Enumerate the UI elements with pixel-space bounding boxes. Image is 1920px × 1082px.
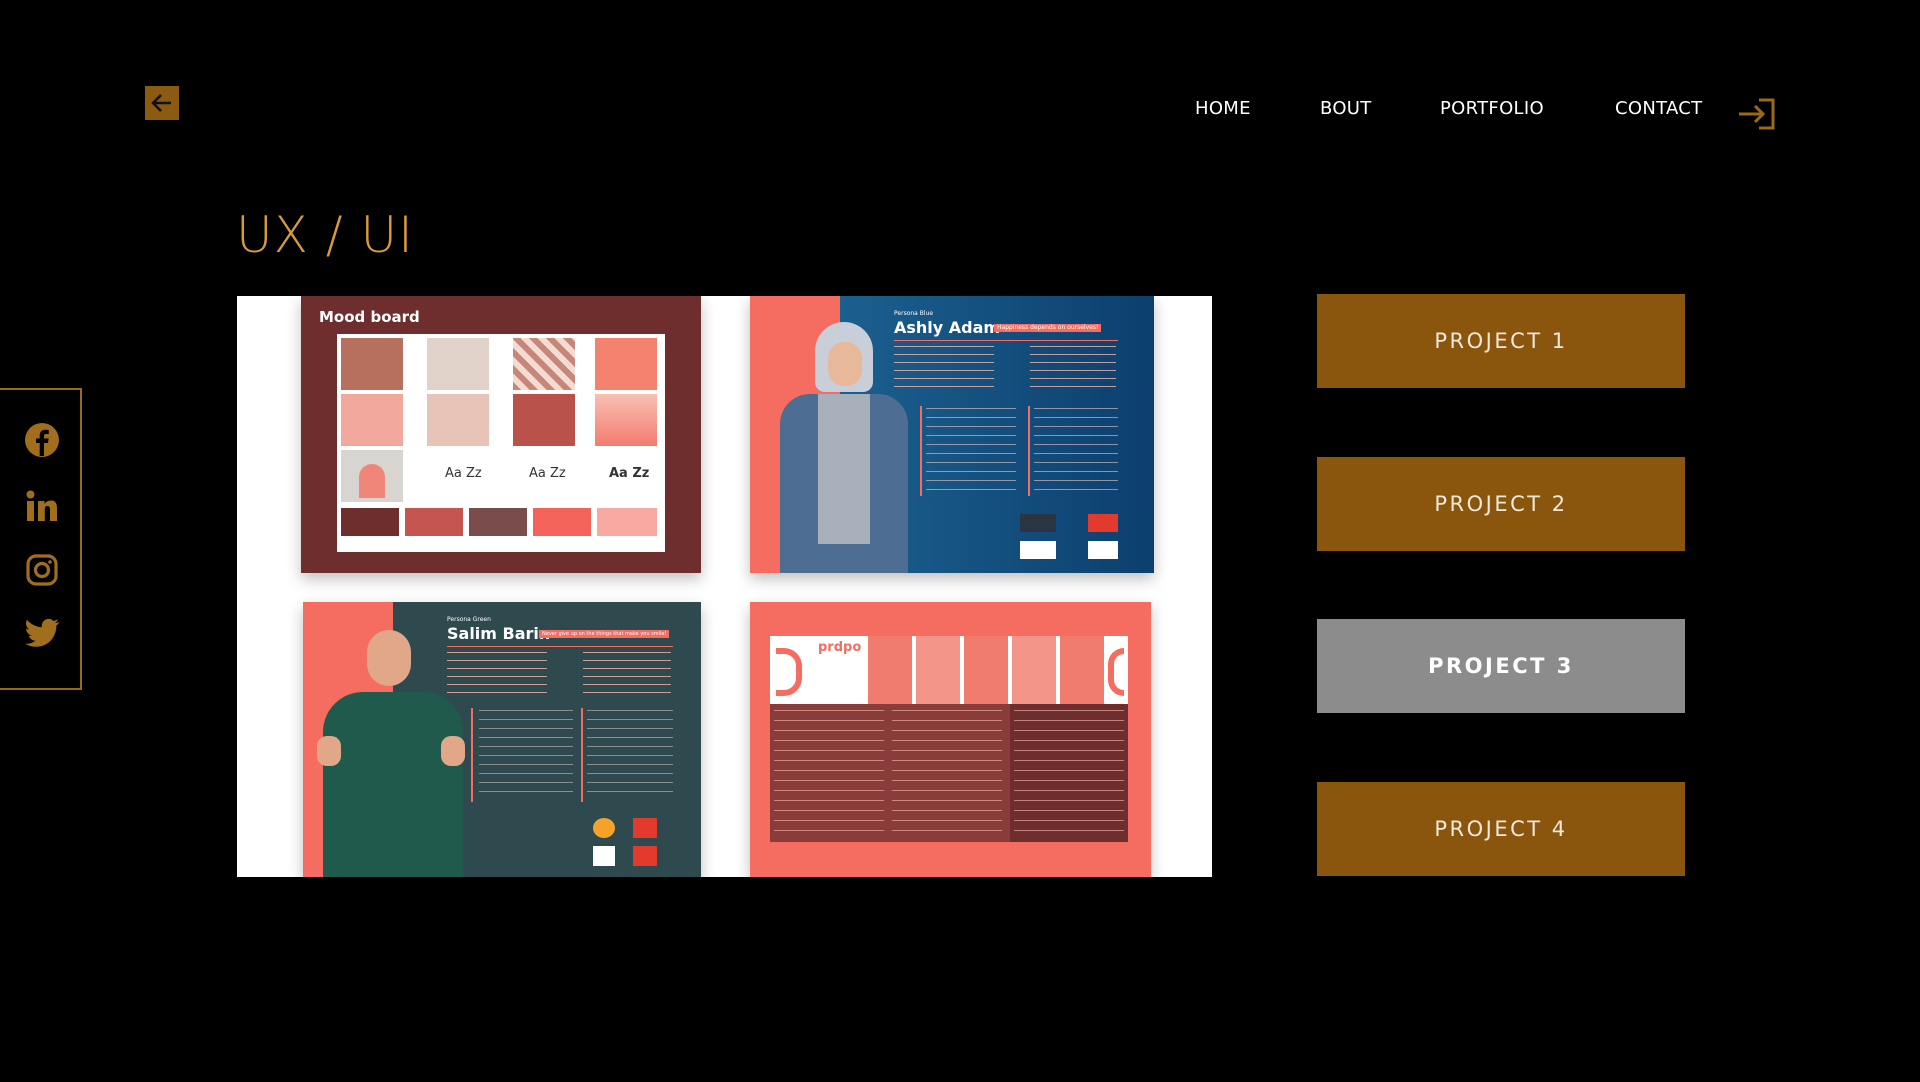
nav-home[interactable]: HOME bbox=[1195, 98, 1251, 119]
brief-header: prdpo bbox=[770, 636, 1128, 704]
facebook-link[interactable] bbox=[22, 420, 62, 460]
persona-name: Salim Barin bbox=[447, 624, 551, 643]
screen-shot bbox=[916, 636, 960, 704]
moodboard-image bbox=[427, 338, 489, 390]
brand-logo bbox=[633, 846, 657, 866]
twitter-icon bbox=[25, 618, 59, 647]
moodboard-image bbox=[341, 450, 403, 502]
type-sample: Aa Zz bbox=[445, 466, 482, 481]
nav-portfolio[interactable]: PORTFOLIO bbox=[1440, 98, 1544, 119]
social-sidebar bbox=[0, 388, 82, 690]
brand-logo bbox=[1020, 541, 1056, 559]
login-icon[interactable] bbox=[1737, 97, 1777, 131]
color-swatch bbox=[533, 508, 591, 536]
facebook-icon bbox=[25, 423, 59, 457]
color-swatch bbox=[405, 508, 463, 536]
project-brief-card: prdpo bbox=[750, 602, 1151, 877]
moodboard-image bbox=[427, 394, 489, 446]
moodboard-image bbox=[341, 394, 403, 446]
instagram-link[interactable] bbox=[22, 550, 62, 590]
brief-columns bbox=[770, 704, 1128, 842]
nav-contact[interactable]: CONTACT bbox=[1615, 98, 1702, 119]
brand-logo bbox=[593, 818, 615, 838]
persona-details bbox=[447, 652, 547, 696]
timeline bbox=[1028, 406, 1030, 496]
timeline bbox=[920, 406, 922, 496]
moodboard-title: Mood board bbox=[319, 308, 420, 326]
brand-mark bbox=[1108, 648, 1124, 696]
persona-needs bbox=[479, 710, 573, 798]
moodboard-image bbox=[341, 338, 403, 390]
persona-motivation bbox=[1030, 346, 1116, 390]
timeline bbox=[581, 708, 583, 802]
persona-tech bbox=[1034, 408, 1118, 494]
persona-green-card: Persona Green Salim Barin Never give up … bbox=[303, 602, 701, 877]
brand-logo bbox=[593, 846, 615, 866]
brand-logo bbox=[633, 818, 657, 838]
screen-shot bbox=[1012, 636, 1056, 704]
project-2-button[interactable]: PROJECT 2 bbox=[1317, 457, 1685, 551]
brand-logo bbox=[1020, 514, 1056, 532]
screen-shot bbox=[868, 636, 912, 704]
color-swatch bbox=[341, 508, 399, 536]
type-sample: Aa Zz bbox=[529, 466, 566, 481]
twitter-link[interactable] bbox=[22, 614, 62, 654]
project-4-button[interactable]: PROJECT 4 bbox=[1317, 782, 1685, 876]
type-sample: Aa Zz bbox=[609, 466, 650, 481]
screen-shot bbox=[1060, 636, 1104, 704]
divider bbox=[447, 646, 673, 647]
divider bbox=[894, 340, 1118, 341]
persona-tag: Persona Blue bbox=[894, 310, 934, 317]
moodboard-panel: Aa Zz Aa Zz Aa Zz bbox=[337, 334, 665, 552]
nav-about[interactable]: BOUT bbox=[1320, 98, 1372, 119]
persona-photo bbox=[317, 622, 467, 877]
persona-name: Ashly Adam bbox=[894, 318, 1001, 337]
moodboard-image bbox=[595, 338, 657, 390]
linkedin-link[interactable] bbox=[22, 486, 62, 526]
linkedin-icon bbox=[26, 490, 57, 521]
brief-logo: prdpo bbox=[818, 640, 862, 655]
moodboard-card: Mood board Aa Zz Aa Zz Aa Zz bbox=[301, 296, 701, 573]
project-gallery: Mood board Aa Zz Aa Zz Aa Zz Persona Blu… bbox=[237, 296, 1212, 877]
brand-logo bbox=[1088, 541, 1118, 559]
page-title: UX / UI bbox=[236, 206, 414, 264]
project-1-button[interactable]: PROJECT 1 bbox=[1317, 294, 1685, 388]
persona-motivation bbox=[583, 652, 671, 696]
main-nav: HOME BOUT PORTFOLIO CONTACT bbox=[0, 98, 1920, 122]
timeline bbox=[471, 708, 473, 802]
brand-mark bbox=[776, 648, 802, 696]
instagram-icon bbox=[26, 554, 58, 586]
persona-needs bbox=[926, 408, 1016, 494]
brand-logo bbox=[1088, 514, 1118, 532]
color-swatch bbox=[469, 508, 527, 536]
persona-photo bbox=[770, 322, 910, 573]
moodboard-image bbox=[513, 394, 575, 446]
persona-details bbox=[894, 346, 994, 390]
persona-quote: Never give up on the things that make yo… bbox=[539, 630, 670, 638]
persona-tag: Persona Green bbox=[447, 616, 491, 623]
project-3-button[interactable]: PROJECT 3 bbox=[1317, 619, 1685, 713]
color-swatch bbox=[597, 508, 657, 536]
persona-quote: Happiness depends on ourselves! bbox=[994, 324, 1102, 332]
persona-tech bbox=[587, 710, 673, 798]
screen-shot bbox=[964, 636, 1008, 704]
moodboard-image bbox=[513, 338, 575, 390]
persona-blue-card: Persona Blue Ashly Adam Happiness depend… bbox=[750, 296, 1154, 573]
moodboard-image bbox=[595, 394, 657, 446]
